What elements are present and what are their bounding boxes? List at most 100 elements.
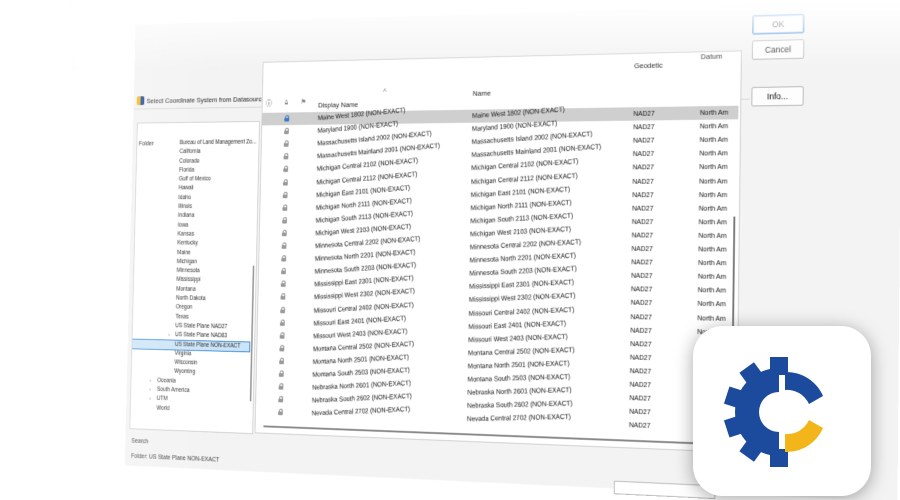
lock-icon — [280, 332, 285, 338]
lock-icon — [282, 242, 287, 248]
lock-icon — [281, 255, 286, 261]
chevron-right-icon[interactable]: › — [149, 394, 151, 403]
lock-icon — [283, 153, 288, 159]
lock-icon — [283, 191, 288, 197]
col-datum[interactable]: Datum — [700, 52, 722, 72]
tree-item[interactable]: Gulf of Mexico — [136, 175, 251, 185]
tree-item-label: Kentucky — [177, 240, 198, 246]
chevron-right-icon[interactable]: › — [168, 331, 170, 340]
tree-item-label: Indiana — [178, 213, 194, 219]
app-logo-icon — [137, 96, 145, 105]
folder-path: Folder: US State Plane NON-EXACT — [131, 453, 219, 463]
lock-icon — [279, 370, 284, 377]
tree-item-label: World — [156, 405, 169, 412]
ok-button[interactable]: OK — [752, 14, 804, 35]
cell-datum: North Am — [700, 106, 737, 120]
coordinate-grid[interactable]: ⓘ 🔒︎ ⚑ Display Name ^ Name Geodetic Datu… — [255, 50, 742, 452]
cell-geodetic: NAD27 — [629, 419, 692, 435]
cell-geodetic: NAD27 — [632, 202, 695, 215]
tree-item-label: Gulf of Mexico — [179, 176, 211, 182]
tree-item-label: Hawaii — [179, 185, 194, 191]
lock-icon — [282, 204, 287, 210]
cell-datum: North Am — [699, 202, 736, 215]
stage: Select Coordinate System from Datasource… — [0, 0, 900, 500]
tree-item-label: Oregon — [176, 304, 193, 311]
cell-geodetic: NAD27 — [630, 351, 693, 366]
tree-item-label: UTM — [157, 396, 168, 403]
tree-item-label: US State Plane NAD83 — [175, 332, 227, 340]
cell-geodetic: NAD27 — [630, 337, 693, 352]
cell-geodetic: NAD27 — [630, 323, 693, 337]
cell-datum: North Am — [697, 297, 734, 311]
cell-datum: North Am — [698, 243, 735, 257]
cell-datum: North Am — [698, 284, 735, 298]
tree-item-label: Virginia — [175, 350, 192, 357]
lock-icon — [282, 230, 287, 236]
cell-geodetic: NAD27 — [633, 106, 696, 120]
tree-item-label: Colorado — [179, 158, 199, 164]
tree-item-label: Wisconsin — [174, 359, 197, 366]
tree-item-label: Mississippi — [176, 277, 200, 284]
lock-icon — [278, 396, 283, 403]
cell-geodetic: NAD27 — [631, 296, 694, 310]
tree-item-label: Texas — [175, 313, 188, 320]
tree-item-label: South America — [157, 386, 190, 393]
tree-item[interactable]: Hawaii — [136, 184, 251, 193]
lock-icon — [284, 141, 289, 147]
tree-item[interactable]: Idaho — [136, 194, 251, 203]
tree-item-label: Idaho — [178, 194, 191, 200]
cell-geodetic: NAD27 — [630, 364, 693, 379]
tree-scrollbar[interactable] — [250, 266, 255, 402]
tree-item-label: Iowa — [178, 222, 189, 228]
cell-datum: North Am — [699, 188, 736, 201]
tree-item-label: Minnesota — [177, 268, 200, 275]
table-row[interactable]: Michigan East 2101 (NON-EXACT) Michigan E… — [260, 188, 737, 201]
cell-datum: North Am — [698, 229, 735, 242]
lock-icon — [278, 409, 283, 416]
tree-item[interactable]: Illinois — [136, 203, 251, 212]
c-arc-top — [785, 372, 823, 404]
dialog-title: Select Coordinate System from Datasource — [137, 94, 265, 105]
cell-geodetic: NAD27 — [631, 269, 694, 283]
cell-geodetic: NAD27 — [630, 310, 693, 324]
col-name[interactable]: Name — [472, 89, 490, 108]
cell-datum: North Am — [699, 160, 736, 173]
cell-datum: North Am — [699, 147, 736, 160]
dialog-title-text: Select Coordinate System from Datasource — [146, 94, 265, 104]
tree-item-label: Kansas — [177, 231, 194, 237]
tree-item-label: US State Plane NAD27 — [175, 323, 227, 330]
cell-geodetic: NAD27 — [632, 188, 695, 201]
tree-item[interactable]: Florida — [136, 166, 251, 176]
cell-geodetic: NAD27 — [630, 378, 693, 393]
cancel-button[interactable]: Cancel — [752, 39, 804, 60]
cell-datum: North Am — [698, 256, 735, 270]
cell-geodetic: NAD27 — [631, 242, 694, 256]
lock-icon — [280, 294, 285, 300]
lock-icon — [281, 281, 286, 287]
tree-item[interactable]: Indiana — [135, 212, 250, 221]
chevron-right-icon[interactable]: › — [149, 376, 151, 385]
tree-item-label: Bureau of Land Management Zo... — [180, 139, 257, 146]
tree-item-label: Michigan — [177, 258, 197, 264]
col-geodetic[interactable]: Geodetic — [634, 61, 663, 81]
lock-icon — [282, 217, 287, 223]
tree-item-label: US State Plane NON-EXACT — [175, 341, 241, 349]
folder-tree[interactable]: Folder Bureau of Land Management Zo... Ca… — [129, 121, 259, 434]
sort-caret-icon: ^ — [383, 87, 387, 105]
lock-icon — [279, 345, 284, 351]
cell-geodetic: NAD27 — [633, 120, 696, 134]
lock-icon — [279, 358, 284, 365]
cell-datum: North Am — [699, 215, 736, 228]
tree-item-label: Wyoming — [174, 369, 195, 376]
cell-geodetic: NAD27 — [631, 283, 694, 297]
search-label: Search — [131, 438, 148, 445]
grid-rows: Maine West 1802 (NON-EXACT) Maine West 18… — [264, 51, 741, 62]
cell-datum: North Am — [697, 311, 734, 325]
cell-datum: North Am — [698, 270, 735, 284]
info-button[interactable]: Info... — [751, 86, 803, 106]
chevron-right-icon[interactable]: › — [149, 385, 151, 394]
cell-geodetic: NAD27 — [633, 134, 696, 148]
cell-name: Nevada Central 2702 (NON-EXACT) — [467, 409, 624, 425]
cell-datum: North Am — [699, 174, 736, 187]
cell-geodetic: NAD27 — [632, 215, 695, 228]
